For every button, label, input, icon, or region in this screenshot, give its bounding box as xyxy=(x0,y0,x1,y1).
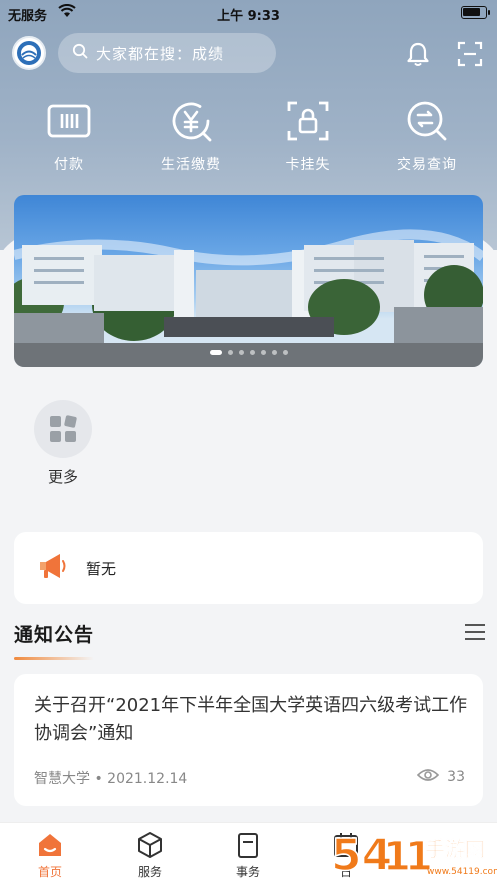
search-input[interactable]: 大家都在搜：成绩 xyxy=(58,33,276,73)
quick-action-payment[interactable]: 付款 xyxy=(14,98,124,174)
quick-actions: 付款 生活缴费 卡挂失 交易查询 xyxy=(0,98,497,178)
tab-label: 事务 xyxy=(235,865,260,879)
card-lock-icon xyxy=(285,98,331,144)
campus-banner[interactable] xyxy=(14,195,483,367)
clipboard-icon xyxy=(234,831,262,859)
announcement-meta: 智慧大学 • 2021.12.14 xyxy=(34,768,187,788)
view-count: 33 xyxy=(417,768,465,786)
home-icon xyxy=(36,831,64,859)
tab-label: 服务 xyxy=(137,865,162,879)
scan-icon[interactable] xyxy=(456,40,484,68)
tab-affairs[interactable]: 事务 xyxy=(218,831,278,880)
tab-home[interactable]: 首页 xyxy=(20,831,80,880)
quick-action-label: 卡挂失 xyxy=(285,157,331,173)
announcement-source: 智慧大学 xyxy=(34,771,90,787)
quick-action-transactions[interactable]: 交易查询 xyxy=(372,98,482,174)
quick-action-report-loss[interactable]: 卡挂失 xyxy=(253,98,363,174)
more-label: 更多 xyxy=(47,468,78,486)
search-icon xyxy=(72,43,88,63)
list-menu-icon[interactable] xyxy=(465,624,485,642)
quick-action-label: 付款 xyxy=(54,157,84,173)
banner-pagination[interactable] xyxy=(14,350,483,355)
announcement-title: 关于召开“2021年下半年全国大学英语四六级考试工作协调会”通知 xyxy=(34,695,468,744)
meta-separator: • xyxy=(94,771,108,787)
view-count-value: 33 xyxy=(447,769,465,785)
banner-dot[interactable] xyxy=(238,350,244,355)
tab-label: 首页 xyxy=(37,865,62,879)
clock: 上午 9:33 xyxy=(217,9,280,24)
battery-fill xyxy=(463,8,480,16)
apps-grid-icon xyxy=(34,400,92,458)
quick-action-label: 生活缴费 xyxy=(161,157,221,173)
bell-icon[interactable] xyxy=(404,40,432,68)
school-logo[interactable] xyxy=(12,36,46,70)
announcements-underline xyxy=(14,657,94,660)
banner-dot[interactable] xyxy=(249,350,255,355)
payment-card-icon xyxy=(46,98,92,144)
tab-services[interactable]: 服务 xyxy=(120,831,180,880)
banner-dot[interactable] xyxy=(260,350,266,355)
search-placeholder: 大家都在搜：成绩 xyxy=(96,44,225,63)
transaction-search-icon xyxy=(404,98,450,144)
announcement-date: 2021.12.14 xyxy=(107,771,188,787)
megaphone-icon xyxy=(36,550,68,586)
more-button[interactable]: 更多 xyxy=(32,400,94,487)
announcement-item[interactable]: 关于召开“2021年下半年全国大学英语四六级考试工作协调会”通知 智慧大学 • … xyxy=(14,674,483,806)
battery-icon xyxy=(461,6,490,19)
notice-text: 暂无 xyxy=(86,559,117,578)
notice-card[interactable]: 暂无 xyxy=(14,532,483,604)
announcements-title: 通知公告 xyxy=(14,624,95,646)
banner-dot[interactable] xyxy=(209,350,222,355)
yuan-bill-icon xyxy=(168,98,214,144)
cube-icon xyxy=(136,831,164,859)
svg-text:手游网: 手游网 xyxy=(425,837,485,861)
quick-action-utility[interactable]: 生活缴费 xyxy=(136,98,246,174)
banner-dot[interactable] xyxy=(271,350,277,355)
campus-photo xyxy=(14,229,483,367)
eye-icon xyxy=(417,768,440,786)
svg-text:www.54119.com: www.54119.com xyxy=(427,867,497,877)
quick-action-label: 交易查询 xyxy=(397,157,457,173)
status-bar: 无服务 上午 9:33 xyxy=(0,0,497,26)
site-watermark: 54 1 1 手游网 www.54119.com xyxy=(327,826,497,883)
banner-dot[interactable] xyxy=(227,350,233,355)
banner-dot[interactable] xyxy=(282,350,288,355)
